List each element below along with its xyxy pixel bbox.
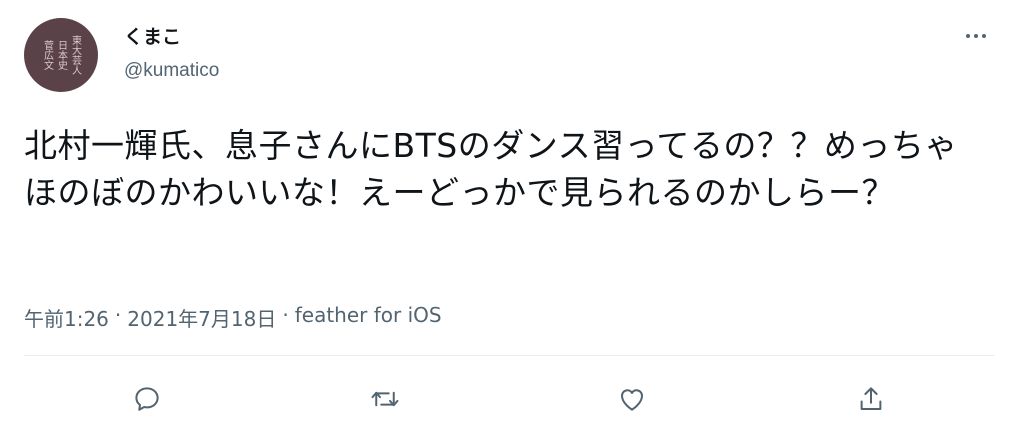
avatar-text-col: 菅広文 <box>41 40 53 70</box>
divider <box>24 355 994 356</box>
share-icon <box>860 387 882 410</box>
meta-separator: · <box>282 303 289 327</box>
retweet-icon <box>371 391 399 407</box>
reply-icon <box>135 387 159 411</box>
more-dot <box>966 34 970 38</box>
tweet-meta: 午前1:26 · 2021年7月18日 · feather for iOS <box>24 303 442 332</box>
share-button[interactable] <box>846 374 896 424</box>
tweet-source[interactable]: feather for iOS <box>295 303 442 332</box>
tweet-date[interactable]: 2021年7月18日 <box>127 303 276 332</box>
like-button[interactable] <box>607 374 657 424</box>
more-dot <box>974 34 978 38</box>
more-dot <box>982 34 986 38</box>
more-options-icon[interactable] <box>958 24 994 48</box>
reply-button[interactable] <box>122 374 172 424</box>
action-bar <box>24 374 994 424</box>
meta-separator: · <box>114 303 122 327</box>
tweet-card: 東大芸人 日本史 菅広文 くまこ @kumatico 北村一輝氏、息子さんにBT… <box>0 0 1024 438</box>
tweet-text: 北村一輝氏、息子さんにBTSのダンス習ってるの？？めっちゃほのぼのかわいいな！え… <box>24 126 958 212</box>
avatar-calligraphy: 東大芸人 日本史 菅広文 <box>24 18 98 92</box>
avatar[interactable]: 東大芸人 日本史 菅広文 <box>24 18 98 92</box>
tweet-time[interactable]: 午前1:26 <box>24 303 109 332</box>
like-icon <box>621 389 643 411</box>
avatar-text-col: 日本史 <box>55 40 67 70</box>
user-handle[interactable]: @kumatico <box>124 60 219 82</box>
display-name[interactable]: くまこ <box>124 22 181 49</box>
retweet-button[interactable] <box>360 374 410 424</box>
avatar-text-col: 東大芸人 <box>69 35 81 75</box>
